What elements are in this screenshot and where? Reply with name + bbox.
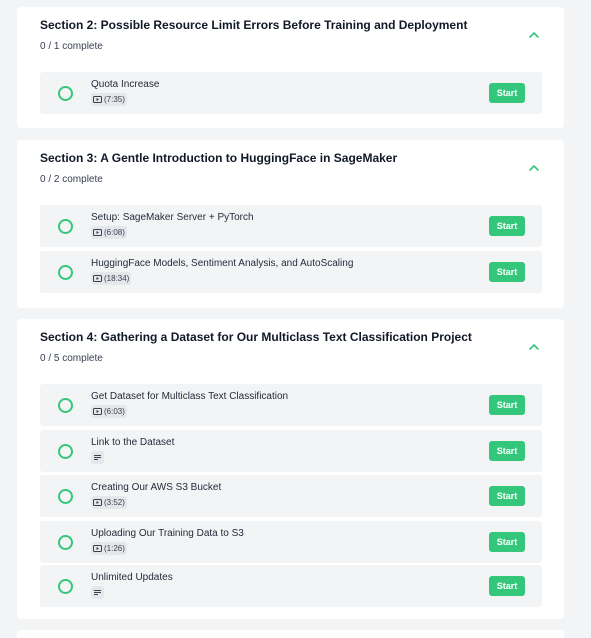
lesson-item[interactable]: Unlimited Updates Start [40, 565, 542, 607]
lesson-meta [91, 451, 104, 464]
lesson-item[interactable]: HuggingFace Models, Sentiment Analysis, … [40, 251, 542, 293]
incomplete-status-icon [58, 398, 73, 413]
video-icon [93, 96, 102, 103]
lesson-meta: (3:52) [91, 496, 127, 509]
lesson-item[interactable]: Creating Our AWS S3 Bucket (3:52) Start [40, 475, 542, 517]
lesson-item[interactable]: Setup: SageMaker Server + PyTorch (6:08)… [40, 205, 542, 247]
lesson-title: Get Dataset for Multiclass Text Classifi… [91, 391, 289, 402]
text-icon [94, 590, 101, 595]
lesson-item[interactable]: Quota Increase (7:35) Start [40, 72, 542, 114]
video-icon [93, 499, 102, 506]
lesson-meta: (7:35) [91, 93, 127, 106]
lesson-title: HuggingFace Models, Sentiment Analysis, … [91, 258, 354, 269]
lesson-item[interactable]: Uploading Our Training Data to S3 (1:26)… [40, 521, 542, 563]
start-button[interactable]: Start [489, 395, 525, 415]
start-button[interactable]: Start [489, 83, 525, 103]
lesson-duration: (18:34) [104, 274, 130, 283]
video-icon [93, 229, 102, 236]
start-button[interactable]: Start [489, 262, 525, 282]
chevron-up-icon[interactable] [528, 29, 540, 41]
course-curriculum: Section 2: Possible Resource Limit Error… [0, 0, 591, 638]
video-icon [93, 275, 102, 282]
start-button[interactable]: Start [489, 532, 525, 552]
incomplete-status-icon [58, 219, 73, 234]
incomplete-status-icon [58, 444, 73, 459]
section-title: Section 4: Gathering a Dataset for Our M… [40, 330, 472, 344]
lesson-title: Creating Our AWS S3 Bucket [91, 482, 222, 493]
incomplete-status-icon [58, 86, 73, 101]
incomplete-status-icon [58, 265, 73, 280]
lesson-duration: (7:35) [104, 95, 125, 104]
lesson-duration: (6:03) [104, 407, 125, 416]
section-title: Section 2: Possible Resource Limit Error… [40, 18, 468, 32]
start-button[interactable]: Start [489, 441, 525, 461]
lesson-title: Uploading Our Training Data to S3 [91, 528, 244, 539]
video-icon [93, 408, 102, 415]
text-icon [94, 455, 101, 460]
section-card: Section 3: A Gentle Introduction to Hugg… [17, 140, 564, 308]
chevron-up-icon[interactable] [528, 162, 540, 174]
incomplete-status-icon [58, 489, 73, 504]
lesson-title: Unlimited Updates [91, 572, 173, 583]
lesson-title: Link to the Dataset [91, 437, 175, 448]
lesson-duration: (6:08) [104, 228, 125, 237]
lesson-meta [91, 586, 104, 599]
section-card: Section 2: Possible Resource Limit Error… [17, 7, 564, 128]
lesson-meta: (18:34) [91, 272, 132, 285]
lesson-meta: (1:26) [91, 542, 127, 555]
section-card: Section 4: Gathering a Dataset for Our M… [17, 319, 564, 619]
lesson-meta: (6:03) [91, 405, 127, 418]
section-progress: 0 / 2 complete [40, 174, 103, 185]
section-progress: 0 / 5 complete [40, 353, 103, 364]
lesson-duration: (1:26) [104, 544, 125, 553]
video-icon [93, 545, 102, 552]
section-title: Section 3: A Gentle Introduction to Hugg… [40, 151, 398, 165]
lesson-title: Setup: SageMaker Server + PyTorch [91, 212, 254, 223]
chevron-up-icon[interactable] [528, 341, 540, 353]
lesson-duration: (3:52) [104, 498, 125, 507]
start-button[interactable]: Start [489, 216, 525, 236]
incomplete-status-icon [58, 535, 73, 550]
section-progress: 0 / 1 complete [40, 41, 103, 52]
lesson-item[interactable]: Get Dataset for Multiclass Text Classifi… [40, 384, 542, 426]
start-button[interactable]: Start [489, 576, 525, 596]
lesson-item[interactable]: Link to the Dataset Start [40, 430, 542, 472]
incomplete-status-icon [58, 579, 73, 594]
lesson-meta: (6:08) [91, 226, 127, 239]
section-card [17, 630, 564, 638]
start-button[interactable]: Start [489, 486, 525, 506]
lesson-title: Quota Increase [91, 79, 160, 90]
